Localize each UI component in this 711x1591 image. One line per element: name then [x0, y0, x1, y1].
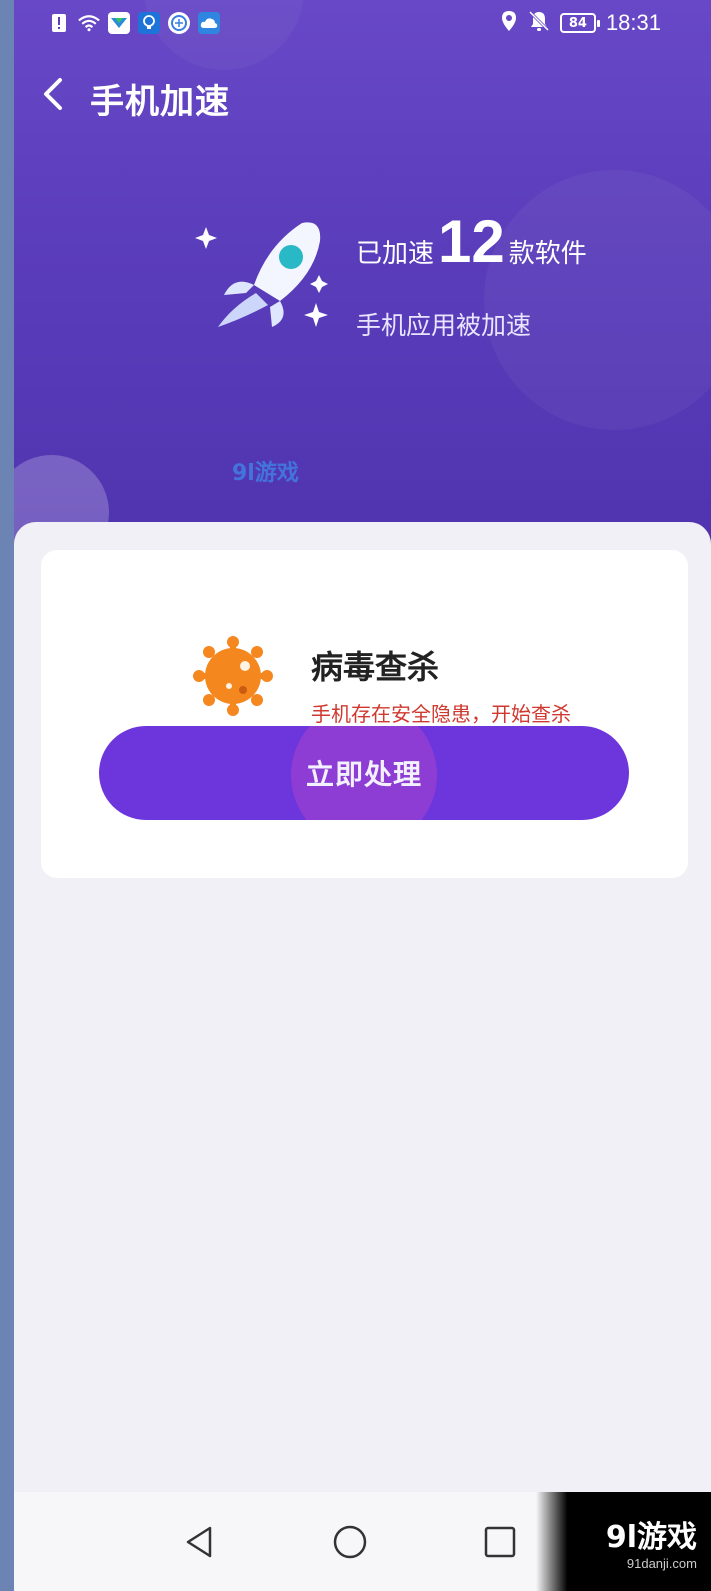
card-title: 病毒查杀 [311, 648, 440, 686]
corner-logo-url: 91danji.com [626, 1556, 697, 1571]
rocket-icon [195, 222, 328, 327]
bell-off-icon [528, 10, 550, 36]
battery-indicator: 84 [559, 13, 600, 33]
title-bar: 手机加速 [14, 60, 711, 130]
speedup-stat: 已加速 12 款软件 [356, 212, 587, 272]
back-button[interactable] [36, 74, 76, 114]
hero-banner: 84 18:31 手机加速 已加速 12 款软件 手机应用被加速 9l游戏 [14, 0, 711, 560]
content-sheet: 病毒查杀 手机存在安全隐患，开始查杀 立即处理 [14, 522, 711, 1522]
nav-back-button[interactable] [170, 1512, 230, 1572]
stat-suffix: 款软件 [508, 239, 587, 269]
page-title: 手机加速 [90, 82, 230, 122]
clock: 18:31 [605, 10, 661, 35]
watermark-logo: 9l游戏 [232, 461, 299, 486]
decor-bubble [484, 170, 711, 430]
handle-now-label: 立即处理 [305, 758, 422, 791]
corner-logo-text: 9l游戏 [605, 1520, 697, 1555]
triangle-back-icon [186, 1526, 212, 1558]
virus-scan-card: 病毒查杀 手机存在安全隐患，开始查杀 立即处理 [41, 550, 688, 878]
handle-now-button[interactable]: 立即处理 [99, 726, 629, 820]
app-icon [108, 12, 130, 34]
stat-prefix: 已加速 [356, 239, 435, 269]
circle-home-icon [333, 1525, 367, 1559]
nav-home-button[interactable] [320, 1512, 380, 1572]
virus-icon [193, 636, 273, 716]
corner-watermark: 9l游戏 91danji.com [536, 1492, 711, 1591]
stat-count: 12 [438, 208, 505, 275]
status-bar: 84 18:31 [14, 0, 711, 48]
card-warning: 手机存在安全隐患，开始查杀 [311, 702, 571, 726]
stat-subtitle: 手机应用被加速 [356, 311, 532, 340]
square-recent-icon [484, 1526, 516, 1558]
phone-screen: 84 18:31 手机加速 已加速 12 款软件 手机应用被加速 9l游戏 病毒… [14, 0, 711, 1591]
bulb-icon [138, 12, 160, 34]
browser-icon [168, 12, 190, 34]
cloud-icon [198, 12, 220, 34]
chevron-left-icon [44, 78, 62, 110]
wifi-icon [78, 12, 100, 34]
alert-icon [48, 12, 70, 34]
location-icon [500, 10, 518, 36]
nav-recent-button[interactable] [470, 1512, 530, 1572]
